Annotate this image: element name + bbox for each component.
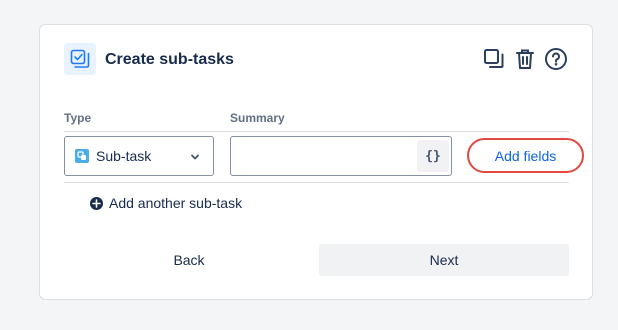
summary-input[interactable] [231, 137, 417, 175]
dialog-title: Create sub-tasks [105, 51, 234, 68]
create-subtasks-dialog: Create sub-tasks Type Summary Sub-task {… [39, 24, 593, 300]
chevron-down-icon [189, 150, 201, 168]
add-circle-icon [90, 196, 103, 210]
subtask-icon [75, 149, 89, 163]
trash-icon[interactable] [513, 47, 537, 71]
dialog-header: Create sub-tasks [64, 43, 568, 77]
variable-insert-button[interactable]: {} [417, 140, 449, 172]
type-column-label: Type [64, 111, 92, 125]
header-actions [482, 47, 568, 71]
add-another-subtask-button[interactable]: Add another sub-task [90, 195, 242, 211]
add-fields-button[interactable]: Add fields [467, 138, 584, 173]
checkbox-icon [64, 43, 96, 75]
summary-column-label: Summary [230, 111, 285, 125]
copy-icon[interactable] [482, 47, 506, 71]
back-button[interactable]: Back [64, 244, 314, 276]
table-header-divider [64, 131, 569, 132]
row-divider [64, 182, 569, 183]
type-select[interactable]: Sub-task [64, 136, 214, 176]
add-another-subtask-label: Add another sub-task [109, 195, 243, 211]
summary-field: {} [230, 136, 452, 176]
next-button[interactable]: Next [319, 244, 569, 276]
type-select-value: Sub-task [96, 148, 152, 164]
help-icon[interactable] [544, 47, 568, 71]
